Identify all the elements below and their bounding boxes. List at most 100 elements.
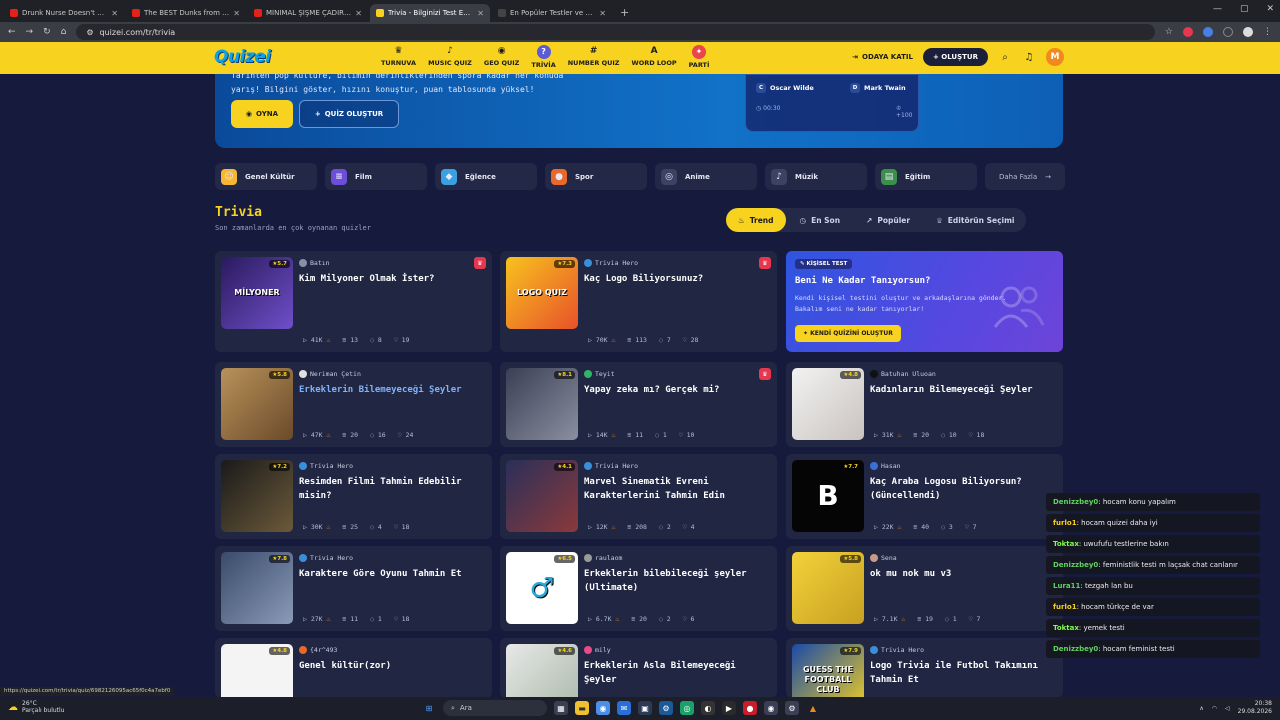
quiz-title[interactable]: Yapay zeka mı? Gerçek mi? — [584, 383, 770, 397]
quiz-card[interactable]: ★5.8 Neriman Çetin Erkeklerin Bilemeyeceği… — [215, 362, 492, 447]
quiz-author[interactable]: Hasan — [870, 462, 901, 470]
volume-icon[interactable]: ◁ — [1225, 705, 1230, 712]
quiz-card[interactable]: LOGO QUIZ ★7.3 Trivia Hero Kaç Logo Biliyor… — [500, 251, 777, 352]
avatar[interactable]: M — [1046, 48, 1064, 66]
quiz-title[interactable]: Karaktere Göre Oyunu Tahmin Et — [299, 567, 485, 581]
quiz-card[interactable]: ★7.2 Trivia Hero Resimden Filmi Tahmin Ede… — [215, 454, 492, 539]
category-6[interactable]: ▤ Eğitim — [875, 163, 977, 190]
chrome-icon[interactable]: ◉ — [596, 701, 610, 715]
home-icon[interactable]: ⌂ — [61, 27, 67, 37]
app-icon[interactable]: ▶ — [722, 701, 736, 715]
browser-tab[interactable]: The BEST Dunks from Shaq's D... ✕ — [126, 4, 246, 22]
steam-icon[interactable]: ⚙ — [659, 701, 673, 715]
quiz-thumbnail[interactable]: MİLYONER ★5.7 — [221, 257, 293, 329]
quiz-title[interactable]: Kadınların Bilemeyeceği Şeyler — [870, 383, 1056, 397]
quiz-author[interactable]: Sena — [870, 554, 897, 562]
category-1[interactable]: ≡ Film — [325, 163, 427, 190]
quiz-author[interactable]: Trivia Hero — [299, 462, 353, 470]
maximize-icon[interactable]: ▢ — [1240, 4, 1249, 14]
tab-close-icon[interactable]: ✕ — [477, 9, 484, 18]
quiz-thumbnail[interactable]: ★7.8 — [221, 552, 293, 624]
quiz-author[interactable]: Trivia Hero — [299, 554, 353, 562]
taskbar-search[interactable]: ⌕ Ara — [443, 700, 547, 716]
quiz-thumbnail[interactable]: ★4.6 — [506, 644, 578, 698]
nav-item-parti̇[interactable]: ✦ PARTİ — [683, 45, 716, 69]
search-icon[interactable]: ⌕ — [998, 52, 1012, 63]
quiz-title[interactable]: Marvel Sinematik Evreni Karakterlerini T… — [584, 475, 770, 503]
profile-icon[interactable] — [1243, 27, 1253, 37]
filter-en-son[interactable]: ◷ En Son — [788, 208, 853, 232]
extension-icon[interactable] — [1183, 27, 1193, 37]
mail-icon[interactable]: ✉ — [617, 701, 631, 715]
tab-close-icon[interactable]: ✕ — [355, 9, 362, 18]
tab-close-icon[interactable]: ✕ — [233, 9, 240, 18]
extension-icon[interactable] — [1203, 27, 1213, 37]
quiz-author[interactable]: Batın — [299, 259, 330, 267]
quiz-thumbnail[interactable]: ★7.2 — [221, 460, 293, 532]
extension-icon[interactable] — [1223, 27, 1233, 37]
reload-icon[interactable]: ↻ — [43, 27, 51, 37]
quiz-author[interactable]: Neriman Çetin — [299, 370, 361, 378]
bookmark-star-icon[interactable]: ☆ — [1165, 27, 1173, 37]
quiz-author[interactable]: Trivia Hero — [584, 259, 638, 267]
quiz-thumbnail[interactable]: B ★7.7 — [792, 460, 864, 532]
nav-item-turnuva[interactable]: ♛ TURNUVA — [375, 45, 422, 69]
quiz-card[interactable]: MİLYONER ★5.7 Batın Kim Milyoner Olmak İste… — [215, 251, 492, 352]
category-0[interactable]: ☺ Genel Kültür — [215, 163, 317, 190]
close-icon[interactable]: ✕ — [1266, 4, 1274, 14]
vlc-icon[interactable]: ▲ — [806, 701, 820, 715]
quiz-title[interactable]: Erkeklerin Bilemeyeceği Şeyler — [299, 383, 485, 397]
quiz-title[interactable]: Kaç Logo Biliyorsunuz? — [584, 272, 770, 286]
create-button[interactable]: + OLUŞTUR — [922, 48, 988, 66]
category-2[interactable]: ◆ Eğlence — [435, 163, 537, 190]
quiz-author[interactable]: Trivia Hero — [584, 462, 638, 470]
app-icon[interactable]: ◐ — [701, 701, 715, 715]
quiz-thumbnail[interactable]: ♂ ★6.5 — [506, 552, 578, 624]
quiz-thumbnail[interactable]: ★4.8 — [792, 368, 864, 440]
filter-editörün-seçimi[interactable]: ♕ Editörün Seçimi — [924, 208, 1026, 232]
wifi-icon[interactable]: ◠ — [1212, 705, 1217, 712]
category-3[interactable]: ● Spor — [545, 163, 647, 190]
quiz-thumbnail[interactable]: ★8.1 — [506, 368, 578, 440]
filter-trend[interactable]: ♨ Trend — [726, 208, 786, 232]
quiz-thumbnail[interactable]: ★4.8 — [221, 644, 293, 698]
quiz-title[interactable]: Kaç Araba Logosu Biliyorsun? (Güncellend… — [870, 475, 1056, 503]
quiz-author[interactable]: Batuhan Uluoan — [870, 370, 936, 378]
quiz-card[interactable]: GUESS THE FOOTBALL CLUB ★7.9 Trivia Hero Lo… — [786, 638, 1063, 698]
browser-tab[interactable]: MİNİMAL ŞİŞME ÇADIRLA ISSI...✕ — [248, 4, 368, 22]
file-explorer-icon[interactable]: ▬ — [575, 701, 589, 715]
quiz-card[interactable]: ★7.8 Trivia Hero Karaktere Göre Oyunu Tahm… — [215, 546, 492, 631]
category-4[interactable]: ◎ Anime — [655, 163, 757, 190]
site-info-icon[interactable]: ⚙ — [86, 28, 93, 37]
quiz-card[interactable]: ★4.8 {4r^493 Genel kültür(zor) — [215, 638, 492, 698]
nav-item-geo-quiz[interactable]: ◉ GEO QUIZ — [478, 45, 526, 69]
quiz-title[interactable]: Logo Trivia ile Futbol Takımını Tahmin E… — [870, 659, 1056, 687]
quiz-thumbnail[interactable]: ★5.8 — [221, 368, 293, 440]
nav-item-number-quiz[interactable]: # NUMBER QUIZ — [562, 45, 626, 69]
filter-popüler[interactable]: ↗ Popüler — [854, 208, 922, 232]
quiz-card[interactable]: ★4.8 Batuhan Uluoan Kadınların Bilemeyeceğ… — [786, 362, 1063, 447]
quiz-title[interactable]: Resimden Filmi Tahmin Edebilir misin? — [299, 475, 485, 503]
address-bar[interactable]: ⚙ quizei.com/tr/trivia — [76, 24, 1155, 40]
browser-tab[interactable]: Drunk Nurse Doesn't Realize S... ✕ — [4, 4, 124, 22]
quiz-thumbnail[interactable]: ★5.8 — [792, 552, 864, 624]
quiz-card[interactable]: ★8.1 Teyit Yapay zeka mı? Gerçek mi? ♛ ▷ 14K… — [500, 362, 777, 447]
quiz-thumbnail[interactable]: LOGO QUIZ ★7.3 — [506, 257, 578, 329]
quiz-card[interactable]: ★5.8 Sena ok mu nok mu v3 ▷ 7.1K ♨ ≡ 19 ◌ 1 ♡ … — [786, 546, 1063, 631]
xbox-icon[interactable]: ◎ — [680, 701, 694, 715]
create-quiz-button[interactable]: + QUİZ OLUŞTUR — [299, 100, 399, 128]
forward-icon[interactable]: → — [26, 27, 34, 37]
minimize-icon[interactable]: — — [1213, 4, 1222, 14]
new-tab-icon[interactable]: + — [614, 4, 635, 22]
browser-tab[interactable]: En Popüler Testler ve Eğlenceli...✕ — [492, 4, 612, 22]
quiz-author[interactable]: {4r^493 — [299, 646, 337, 654]
tab-close-icon[interactable]: ✕ — [111, 9, 118, 18]
quiz-title[interactable]: Genel kültür(zor) — [299, 659, 485, 673]
tab-close-icon[interactable]: ✕ — [599, 9, 606, 18]
quiz-thumbnail[interactable]: GUESS THE FOOTBALL CLUB ★7.9 — [792, 644, 864, 698]
quiz-title[interactable]: ok mu nok mu v3 — [870, 567, 1056, 581]
create-own-quiz-button[interactable]: ✦ KENDİ QUİZİNİ OLUŞTUR — [795, 325, 901, 342]
quiz-author[interactable]: Teyit — [584, 370, 615, 378]
quiz-card[interactable]: ★4.6 mily Erkeklerin Asla Bilemeyeceği Şey… — [500, 638, 777, 698]
app-icon[interactable]: ▣ — [638, 701, 652, 715]
